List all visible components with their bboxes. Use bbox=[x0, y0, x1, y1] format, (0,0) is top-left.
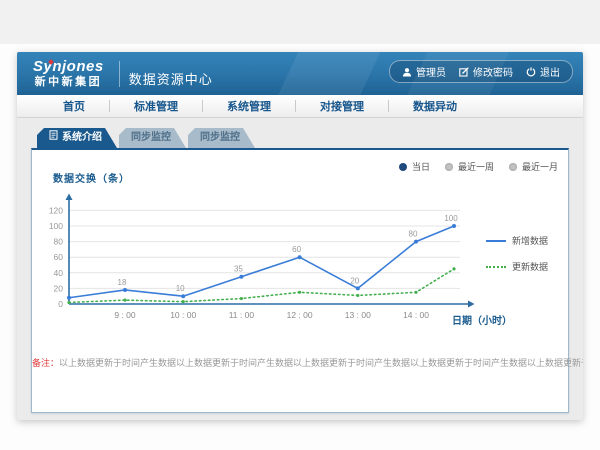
svg-text:80: 80 bbox=[409, 230, 418, 239]
svg-text:40: 40 bbox=[54, 268, 64, 278]
radio-icon bbox=[399, 163, 407, 171]
page-body: 系统介绍 同步监控 同步监控 当日 最近一周 bbox=[17, 118, 583, 413]
footnote: 备注：以上数据更新于时间产生数据以上数据更新于时间产生数据以上数据更新于时间产生… bbox=[32, 356, 568, 369]
svg-text:12 : 00: 12 : 00 bbox=[287, 310, 313, 320]
svg-text:13 : 00: 13 : 00 bbox=[345, 310, 371, 320]
tab-system-intro[interactable]: 系统介绍 bbox=[37, 128, 117, 148]
svg-text:10 : 00: 10 : 00 bbox=[170, 310, 196, 320]
filter-last-week[interactable]: 最近一周 bbox=[445, 160, 494, 173]
nav-item-data-change[interactable]: 数据异动 bbox=[389, 98, 481, 114]
svg-text:20: 20 bbox=[54, 283, 64, 293]
svg-text:100: 100 bbox=[444, 214, 458, 223]
user-icon bbox=[402, 67, 412, 77]
legend-item-update-data: 更新数据 bbox=[486, 260, 548, 273]
company-logo: Synjones 新中新集团 bbox=[27, 59, 110, 88]
svg-text:80: 80 bbox=[54, 237, 64, 247]
account-button[interactable]: 管理员 bbox=[402, 64, 446, 79]
svg-text:60: 60 bbox=[54, 252, 64, 262]
user-toolbar: 管理员 修改密码 退出 bbox=[389, 60, 573, 83]
header-divider bbox=[119, 61, 120, 87]
radio-icon bbox=[509, 163, 517, 171]
svg-text:18: 18 bbox=[118, 278, 127, 287]
nav-item-standard-mgmt[interactable]: 标准管理 bbox=[110, 98, 202, 114]
power-icon bbox=[526, 67, 536, 77]
svg-text:11 : 00: 11 : 00 bbox=[229, 310, 255, 320]
app-header: Synjones 新中新集团 数据资源中心 管理员 修改密码 退出 bbox=[17, 52, 583, 95]
svg-text:9 : 00: 9 : 00 bbox=[114, 310, 136, 320]
svg-text:60: 60 bbox=[292, 245, 301, 254]
radio-icon bbox=[445, 163, 453, 171]
svg-text:120: 120 bbox=[49, 205, 63, 215]
svg-text:14 : 00: 14 : 00 bbox=[403, 310, 429, 320]
footnote-text: 以上数据更新于时间产生数据以上数据更新于时间产生数据以上数据更新于时间产生数据以… bbox=[59, 358, 583, 368]
chart-y-axis-title: 数据交换（条） bbox=[53, 170, 130, 185]
tab-sync-monitor-1[interactable]: 同步监控 bbox=[119, 128, 186, 148]
svg-text:0: 0 bbox=[58, 299, 63, 309]
line-chart: 0 20 40 60 80 100 120 9 : 00 10 : 00 11 : 00 12 : … bbox=[32, 192, 482, 342]
svg-text:35: 35 bbox=[234, 265, 243, 274]
change-password-button[interactable]: 修改密码 bbox=[459, 64, 513, 79]
app-title: 数据资源中心 bbox=[129, 69, 213, 88]
dotted-line-icon bbox=[486, 266, 506, 268]
edit-icon bbox=[459, 67, 469, 77]
footnote-prefix: 备注： bbox=[32, 358, 59, 368]
svg-text:20: 20 bbox=[350, 276, 359, 285]
content-panel: 当日 最近一周 最近一月 数据交换（条） 0 20 40 60 80 100 120 9 : … bbox=[31, 148, 569, 413]
solid-line-icon bbox=[486, 240, 506, 242]
logo-company-name: 新中新集团 bbox=[35, 77, 103, 89]
tab-sync-monitor-2[interactable]: 同步监控 bbox=[188, 128, 255, 148]
app-window: Synjones 新中新集团 数据资源中心 管理员 修改密码 退出 首页 标准管… bbox=[17, 52, 583, 420]
main-nav: 首页 标准管理 系统管理 对接管理 数据异动 bbox=[17, 95, 583, 118]
svg-text:100: 100 bbox=[49, 221, 63, 231]
chart-x-axis-title: 日期（小时） bbox=[452, 312, 512, 327]
svg-text:10: 10 bbox=[176, 284, 185, 293]
filter-last-month[interactable]: 最近一月 bbox=[509, 160, 558, 173]
legend-item-new-data: 新增数据 bbox=[486, 234, 548, 247]
tab-bar: 系统介绍 同步监控 同步监控 bbox=[37, 128, 569, 148]
logout-button[interactable]: 退出 bbox=[526, 64, 560, 79]
nav-item-home[interactable]: 首页 bbox=[39, 98, 109, 114]
nav-item-interface-mgmt[interactable]: 对接管理 bbox=[296, 98, 388, 114]
range-filter-group: 当日 最近一周 最近一月 bbox=[399, 160, 558, 173]
nav-item-system-mgmt[interactable]: 系统管理 bbox=[203, 98, 295, 114]
filter-today[interactable]: 当日 bbox=[399, 160, 430, 173]
document-icon bbox=[49, 128, 58, 148]
logo-wordmark: Synjones bbox=[33, 59, 104, 75]
page-top-strip bbox=[0, 0, 600, 44]
chart-legend: 新增数据 更新数据 bbox=[486, 234, 548, 273]
